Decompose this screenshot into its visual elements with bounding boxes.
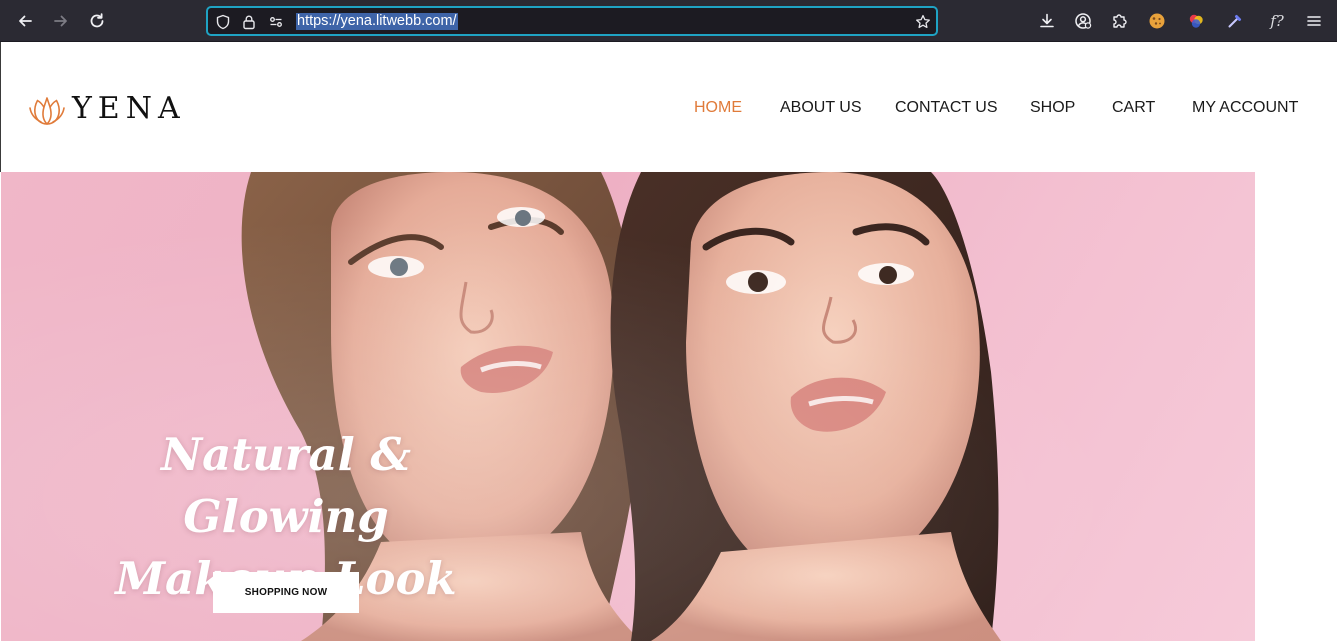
arrow-right-icon <box>54 15 67 27</box>
eyedropper-icon <box>1228 15 1241 28</box>
back-button[interactable] <box>13 9 37 33</box>
star-icon <box>916 14 930 29</box>
puzzle-icon <box>1113 14 1127 28</box>
shopping-now-button[interactable]: SHOPPING NOW <box>213 572 359 613</box>
account-icon <box>1075 13 1092 29</box>
main-navigation: HOME ABOUT US CONTACT US SHOP CART MY AC… <box>1 98 1337 118</box>
lock-icon <box>243 15 255 30</box>
browser-toolbar: https://yena.litwebb.com/ f? <box>0 0 1337 42</box>
arrow-left-icon <box>19 15 32 27</box>
nav-contact-us[interactable]: CONTACT US <box>895 98 998 118</box>
bookmark-button[interactable] <box>914 13 932 31</box>
cookie-extension-button[interactable] <box>1146 10 1168 32</box>
nav-shop[interactable]: SHOP <box>1030 98 1075 118</box>
hero-headline-line-1: Natural & Glowing <box>160 428 412 543</box>
permissions-button[interactable] <box>267 13 285 31</box>
site-header: YENA HOME ABOUT US CONTACT US SHOP CART … <box>0 42 1337 172</box>
forward-button[interactable] <box>49 9 73 33</box>
reload-icon <box>90 13 104 28</box>
fonts-extension-button[interactable]: f? <box>1264 10 1290 32</box>
nav-my-account[interactable]: MY ACCOUNT <box>1192 98 1298 118</box>
permissions-icon <box>270 17 282 27</box>
hamburger-icon <box>1307 16 1321 26</box>
account-button[interactable] <box>1072 10 1094 32</box>
reload-button[interactable] <box>85 9 109 33</box>
downloads-button[interactable] <box>1036 10 1058 32</box>
page-right-margin <box>1255 172 1337 641</box>
nav-home[interactable]: HOME <box>694 98 742 118</box>
menu-button[interactable] <box>1303 10 1325 32</box>
hero-banner: Natural & Glowing Makeup Look SHOPPING N… <box>1 172 1255 641</box>
font-question-icon: f? <box>1270 12 1284 30</box>
site-security-button[interactable] <box>240 13 258 31</box>
tracking-protection-button[interactable] <box>214 13 232 31</box>
color-extension-button[interactable] <box>1185 10 1207 32</box>
url-text[interactable]: https://yena.litwebb.com/ <box>296 13 458 30</box>
shield-icon <box>216 14 230 30</box>
download-icon <box>1040 13 1054 28</box>
nav-about-us[interactable]: ABOUT US <box>780 98 862 118</box>
color-palette-icon <box>1189 14 1203 28</box>
picker-extension-button[interactable] <box>1224 10 1246 32</box>
address-bar[interactable]: https://yena.litwebb.com/ <box>206 6 938 36</box>
nav-cart[interactable]: CART <box>1112 98 1155 118</box>
cookie-icon <box>1149 13 1165 29</box>
extensions-button[interactable] <box>1108 10 1130 32</box>
